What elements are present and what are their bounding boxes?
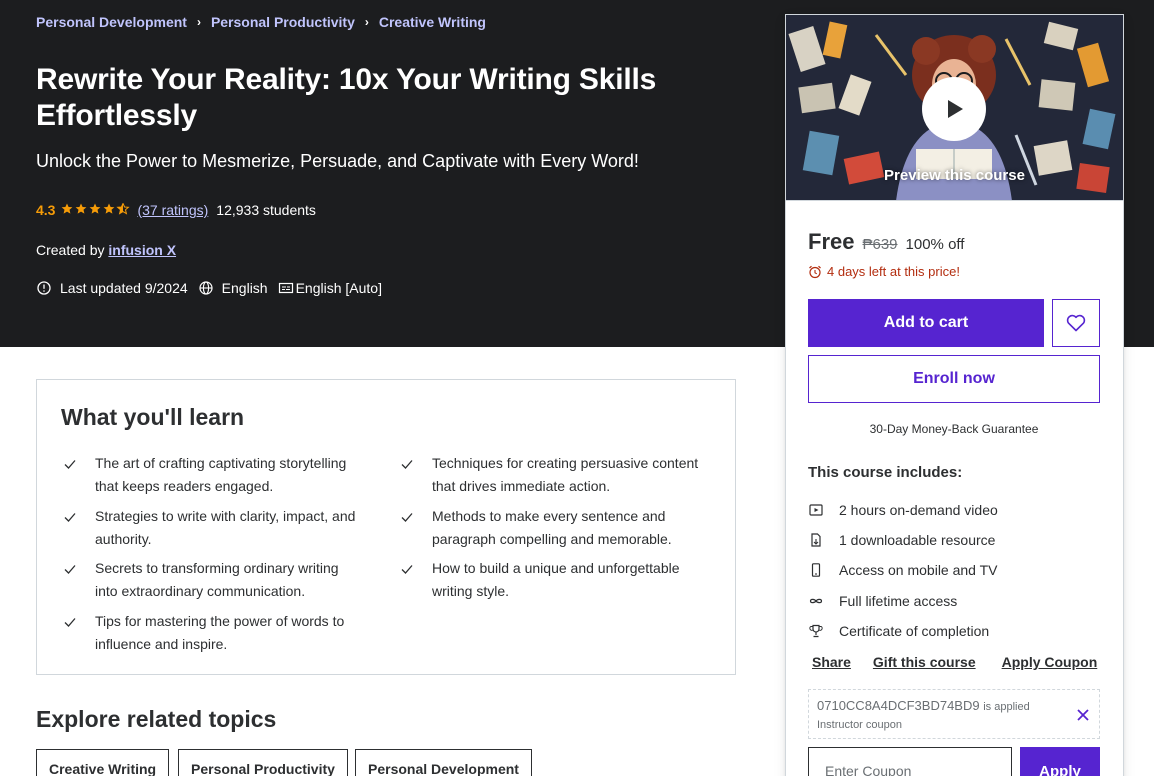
topic-creative-writing[interactable]: Creative Writing: [36, 749, 170, 776]
enroll-now-button[interactable]: Enroll now: [808, 355, 1100, 403]
include-item-text: Certificate of completion: [839, 622, 990, 639]
original-price: ₱639: [862, 236, 898, 253]
include-item: Access on mobile and TV: [808, 555, 998, 585]
breadcrumb-creative-writing[interactable]: Creative Writing: [379, 14, 486, 30]
include-item-text: Access on mobile and TV: [839, 562, 998, 579]
captions-text: English [Auto]: [295, 280, 382, 296]
mobile-icon: [808, 562, 824, 578]
include-item: 1 downloadable resource: [808, 525, 998, 555]
check-icon: [401, 565, 413, 574]
play-button[interactable]: [922, 77, 986, 141]
chevron-right-icon: ›: [364, 15, 369, 29]
preview-label: Preview this course: [884, 167, 1025, 184]
include-item: Certificate of completion: [808, 616, 998, 646]
gift-course-button[interactable]: Gift this course: [873, 654, 976, 670]
learn-item: Methods to make every sentence and parag…: [400, 505, 700, 550]
breadcrumb-personal-productivity[interactable]: Personal Productivity: [211, 14, 355, 30]
include-item-text: 1 downloadable resource: [839, 532, 996, 549]
includes-list: 2 hours on-demand video 1 downloadable r…: [808, 495, 998, 646]
learn-item-text: Strategies to write with clarity, impact…: [95, 508, 356, 547]
course-subtitle: Unlock the Power to Mesmerize, Persuade,…: [36, 151, 639, 171]
coupon-type: Instructor coupon: [817, 719, 902, 731]
what-youll-learn: What you'll learn The art of crafting ca…: [36, 379, 736, 675]
language-text: English: [221, 280, 268, 296]
add-to-cart-button[interactable]: Add to cart: [808, 299, 1044, 347]
last-updated-text: Last updated 9/2024: [60, 280, 188, 296]
price-row: Free ₱639 100% off: [808, 229, 964, 255]
learn-item-text: The art of crafting captivating storytel…: [95, 455, 347, 494]
check-icon: [64, 460, 76, 469]
course-meta: Last updated 9/2024 English English [Aut…: [36, 280, 392, 296]
current-price: Free: [808, 229, 855, 254]
students-count: 12,933 students: [216, 202, 316, 218]
heart-icon: [1066, 314, 1086, 332]
learn-item: Techniques for creating persuasive conte…: [400, 452, 700, 497]
learn-item: The art of crafting captivating storytel…: [63, 452, 363, 497]
alarm-clock-icon: [809, 265, 821, 278]
learn-item: Strategies to write with clarity, impact…: [63, 505, 363, 550]
created-by-label: Created by: [36, 242, 105, 258]
price-urgency: 4 days left at this price!: [808, 264, 960, 279]
course-preview[interactable]: Preview this course: [786, 15, 1123, 201]
breadcrumb-personal-development[interactable]: Personal Development: [36, 14, 187, 30]
learn-item: Tips for mastering the power of words to…: [63, 610, 363, 655]
discount-percent: 100% off: [905, 236, 965, 253]
learn-item: How to build a unique and unforgettable …: [400, 557, 700, 602]
trophy-icon: [808, 623, 824, 639]
check-icon: [64, 618, 76, 627]
course-captions: English [Auto]: [278, 280, 382, 296]
related-topics-title: Explore related topics: [36, 706, 277, 732]
video-icon: [808, 502, 824, 518]
file-download-icon: [808, 532, 824, 548]
chevron-right-icon: ›: [196, 15, 201, 29]
learn-item-text: Secrets to transforming ordinary writing…: [95, 560, 339, 599]
share-button[interactable]: Share: [812, 654, 851, 670]
rating-value: 4.3: [36, 202, 56, 218]
course-title: Rewrite Your Reality: 10x Your Writing S…: [36, 63, 657, 132]
learn-item: Secrets to transforming ordinary writing…: [63, 557, 363, 602]
includes-title: This course includes:: [808, 464, 963, 481]
learn-item-text: Techniques for creating persuasive conte…: [432, 455, 699, 494]
close-icon[interactable]: [1075, 707, 1091, 723]
include-item-text: Full lifetime access: [839, 592, 958, 609]
star-rating-icon: [61, 201, 131, 218]
topic-personal-productivity[interactable]: Personal Productivity: [178, 749, 348, 776]
rating-row: 4.3 (37 ratings) 12,933 students: [36, 201, 316, 218]
learn-title: What you'll learn: [61, 404, 245, 430]
check-icon: [64, 565, 76, 574]
infinity-icon: [808, 593, 824, 609]
breadcrumb: Personal Development › Personal Producti…: [36, 14, 486, 30]
learn-item-text: How to build a unique and unforgettable …: [432, 560, 680, 599]
check-icon: [64, 513, 76, 522]
applied-coupon: 0710CC8A4DCF3BD74BD9 is applied Instruct…: [808, 689, 1100, 739]
sidebar-actions: Share Gift this course Apply Coupon: [812, 654, 1097, 670]
course-language: English: [198, 280, 268, 296]
money-back-guarantee: 30-Day Money-Back Guarantee: [869, 422, 1039, 436]
urgency-text: 4 days left at this price!: [827, 264, 960, 279]
check-icon: [401, 460, 413, 469]
globe-icon: [198, 280, 214, 296]
apply-coupon-link[interactable]: Apply Coupon: [1002, 654, 1098, 670]
instructor-link[interactable]: infusion X: [108, 242, 176, 258]
include-item: 2 hours on-demand video: [808, 495, 998, 525]
include-item: Full lifetime access: [808, 586, 998, 616]
check-icon: [401, 513, 413, 522]
learn-item-text: Methods to make every sentence and parag…: [432, 508, 672, 547]
include-item-text: 2 hours on-demand video: [839, 502, 998, 519]
apply-coupon-button[interactable]: Apply: [1020, 747, 1100, 776]
play-icon: [948, 100, 963, 118]
coupon-applied-text: is applied: [983, 701, 1030, 713]
created-by: Created by infusion X: [36, 242, 176, 258]
coupon-input[interactable]: [808, 747, 1012, 776]
purchase-sidebar: Preview this course Free ₱639 100% off 4…: [785, 14, 1124, 776]
coupon-status: 0710CC8A4DCF3BD74BD9 is applied: [817, 698, 1030, 713]
closed-captions-icon: [278, 280, 294, 296]
wishlist-button[interactable]: [1052, 299, 1100, 347]
learn-item-text: Tips for mastering the power of words to…: [95, 613, 345, 652]
coupon-code: 0710CC8A4DCF3BD74BD9: [817, 698, 980, 713]
ratings-count-link[interactable]: (37 ratings): [137, 202, 208, 218]
last-updated: Last updated 9/2024: [36, 280, 188, 296]
alert-circle-icon: [36, 280, 52, 296]
topic-personal-development[interactable]: Personal Development: [355, 749, 532, 776]
